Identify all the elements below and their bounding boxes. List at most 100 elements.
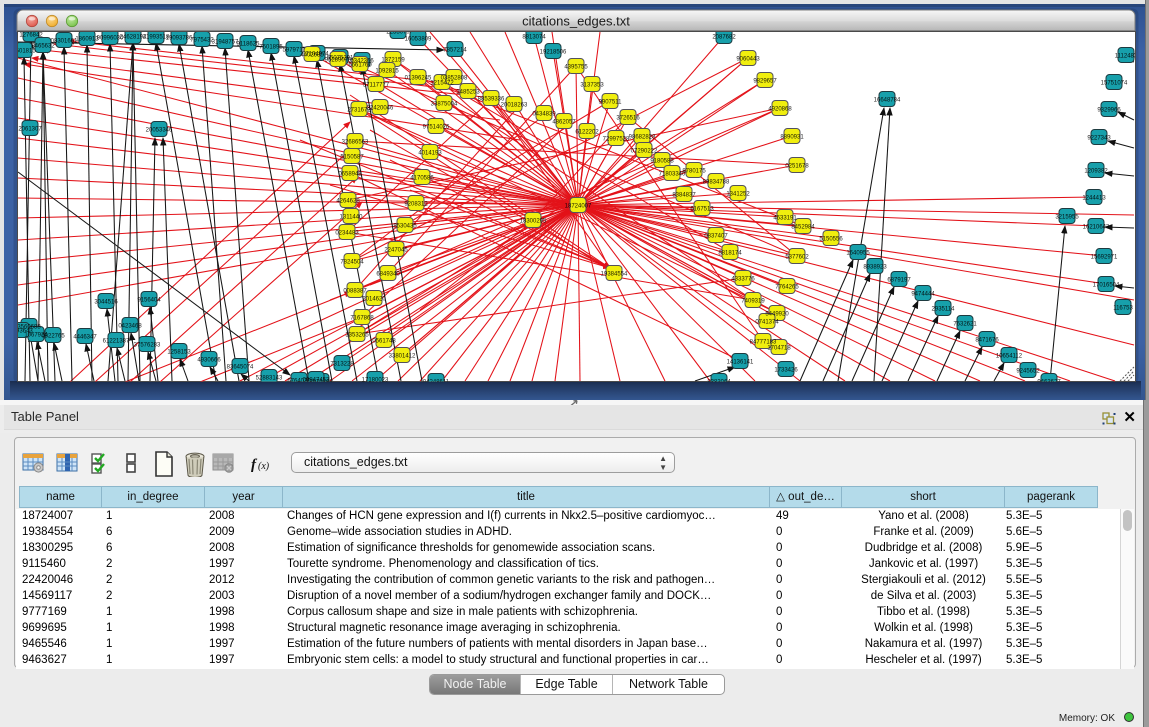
svg-text:0234483: 0234483 — [335, 230, 359, 236]
svg-text:0251678: 0251678 — [785, 163, 809, 169]
svg-text:37576283: 37576283 — [134, 342, 161, 348]
svg-text:0837407: 0837407 — [704, 233, 728, 239]
svg-text:9907511: 9907511 — [599, 99, 623, 105]
svg-text:08301661: 08301661 — [51, 38, 78, 44]
svg-text:9180588: 9180588 — [650, 158, 674, 164]
svg-text:19218506: 19218506 — [540, 49, 567, 55]
svg-text:9329966: 9329966 — [1097, 107, 1121, 113]
svg-text:8530435: 8530435 — [393, 223, 417, 229]
svg-text:61221387: 61221387 — [103, 338, 130, 344]
svg-text:5449920: 5449920 — [765, 311, 789, 317]
svg-text:9208312: 9208312 — [404, 201, 428, 207]
svg-text:1209382: 1209382 — [1084, 168, 1108, 174]
svg-text:83645074: 83645074 — [227, 364, 254, 370]
svg-text:01396245: 01396245 — [405, 75, 432, 81]
svg-text:2935114: 2935114 — [932, 306, 956, 312]
svg-text:4402685: 4402685 — [300, 52, 324, 58]
svg-text:4264628: 4264628 — [336, 198, 360, 204]
svg-text:18300295: 18300295 — [520, 218, 547, 224]
svg-text:1485253: 1485253 — [456, 89, 480, 95]
svg-text:5150556: 5150556 — [819, 236, 843, 242]
svg-text:10654112: 10654112 — [996, 353, 1023, 359]
svg-text:6122202: 6122202 — [575, 129, 599, 135]
svg-text:3137353: 3137353 — [580, 82, 604, 88]
svg-text:97514026: 97514026 — [423, 124, 450, 130]
svg-text:1704718: 1704718 — [767, 345, 791, 351]
svg-text:1372159: 1372159 — [381, 57, 405, 63]
svg-text:9156404: 9156404 — [137, 297, 161, 303]
svg-text:8452984: 8452984 — [791, 224, 815, 230]
svg-text:2731672: 2731672 — [347, 107, 371, 113]
svg-text:2014620: 2014620 — [362, 296, 386, 302]
svg-text:6661760: 6661760 — [348, 62, 372, 68]
svg-text:8471676: 8471676 — [975, 337, 999, 343]
svg-text:16053809: 16053809 — [405, 36, 432, 42]
svg-text:98682828: 98682828 — [629, 134, 656, 140]
svg-text:8938923: 8938923 — [863, 264, 887, 270]
svg-text:17016504: 17016504 — [1093, 282, 1120, 288]
svg-text:6879197: 6879197 — [887, 277, 911, 283]
svg-text:f: f — [251, 457, 258, 473]
svg-text:18724007: 18724007 — [565, 203, 592, 209]
svg-text:89834788: 89834788 — [703, 179, 730, 185]
svg-text:9245652: 9245652 — [1016, 368, 1040, 374]
svg-text:03852808: 03852808 — [441, 75, 468, 81]
svg-text:9118625: 9118625 — [237, 41, 261, 47]
svg-text:1258153: 1258153 — [167, 349, 191, 355]
svg-text:6167513: 6167513 — [690, 206, 714, 212]
svg-text:32686563: 32686563 — [342, 139, 369, 145]
svg-text:citations_edges.txt: citations_edges.txt — [522, 14, 630, 29]
svg-text:(x): (x) — [258, 461, 270, 472]
svg-text:7632621: 7632621 — [953, 321, 977, 327]
svg-text:16648784: 16648784 — [874, 97, 901, 103]
svg-text:1311440: 1311440 — [340, 214, 364, 220]
svg-text:6849340: 6849340 — [376, 271, 400, 277]
svg-text:19093786: 19093786 — [166, 35, 193, 41]
svg-text:14136141: 14136141 — [727, 359, 754, 365]
svg-text:8780175: 8780175 — [682, 168, 706, 174]
svg-text:1244413: 1244413 — [1082, 195, 1106, 201]
svg-text:22420046: 22420046 — [367, 105, 394, 111]
svg-text:0658948: 0658948 — [338, 171, 362, 177]
svg-text:4014193: 4014193 — [418, 150, 442, 156]
svg-text:0741374: 0741374 — [755, 319, 779, 325]
svg-text:16210643: 16210643 — [1083, 224, 1110, 230]
svg-text:4170586: 4170586 — [410, 175, 434, 181]
svg-text:0822765: 0822765 — [41, 333, 65, 339]
svg-text:5377602: 5377602 — [785, 254, 809, 260]
svg-text:33801412: 33801412 — [389, 353, 416, 359]
svg-text:20053346: 20053346 — [146, 127, 173, 133]
svg-text:4862057: 4862057 — [552, 119, 576, 125]
svg-text:3215955: 3215955 — [1055, 214, 1079, 220]
svg-text:4446347: 4446347 — [73, 334, 97, 340]
svg-text:8890931: 8890931 — [780, 134, 804, 140]
svg-text:7764265: 7764265 — [775, 284, 799, 290]
svg-text:9829657: 9829657 — [753, 78, 777, 84]
svg-text:8818174: 8818174 — [718, 250, 742, 256]
svg-text:19384554: 19384554 — [601, 271, 628, 277]
svg-text:5150587: 5150587 — [340, 154, 364, 160]
svg-text:52883143: 52883143 — [256, 375, 283, 381]
svg-text:1092815: 1092815 — [375, 68, 399, 74]
svg-text:0423468: 0423468 — [118, 323, 142, 329]
svg-text:1341252: 1341252 — [726, 191, 750, 197]
svg-text:72997528: 72997528 — [603, 136, 630, 142]
svg-text:4333776: 4333776 — [731, 276, 755, 282]
svg-text:0088387: 0088387 — [343, 288, 367, 294]
svg-text:15751074: 15751074 — [1101, 80, 1128, 86]
svg-text:15692971: 15692971 — [1091, 254, 1118, 260]
svg-text:1733426: 1733426 — [774, 367, 798, 373]
svg-text:3726516: 3726516 — [616, 115, 640, 121]
svg-text:2247045: 2247045 — [384, 247, 408, 253]
svg-text:20018263: 20018263 — [501, 102, 528, 108]
svg-text:33875004: 33875004 — [431, 101, 458, 107]
svg-text:1640955: 1640955 — [846, 250, 870, 256]
svg-text:7313228: 7313228 — [330, 361, 354, 367]
svg-text:9227343: 9227343 — [1087, 135, 1111, 141]
svg-text:2087682: 2087682 — [712, 34, 736, 40]
svg-text:9060443: 9060443 — [736, 56, 760, 62]
svg-text:31948757: 31948757 — [212, 39, 239, 45]
svg-text:2061307: 2061307 — [18, 126, 42, 132]
svg-text:0434839: 0434839 — [532, 111, 556, 117]
svg-text:7167868: 7167868 — [350, 315, 374, 321]
